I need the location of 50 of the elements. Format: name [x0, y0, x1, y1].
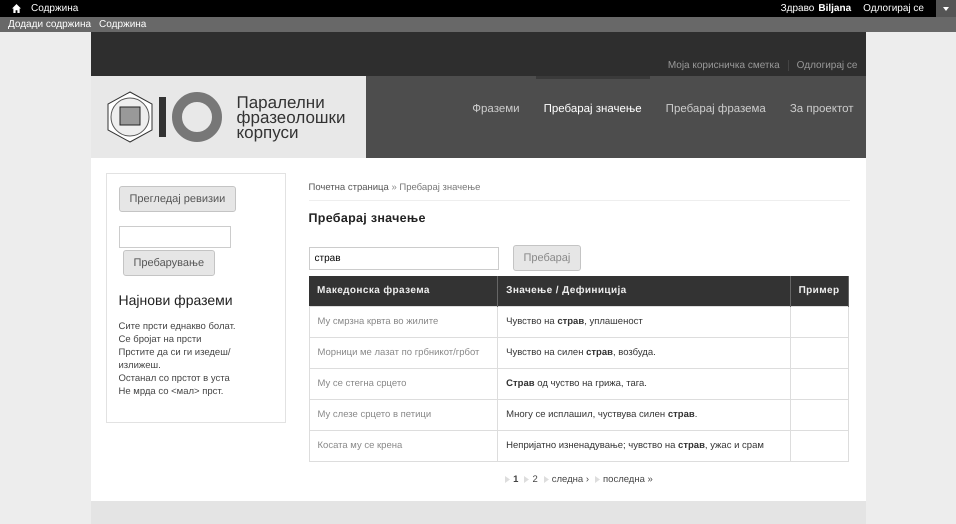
- table-cell: Чувство на страв, уплашеност: [498, 306, 790, 337]
- user-link[interactable]: Biljana: [818, 3, 852, 14]
- account-link[interactable]: Моја корисничка сметка: [660, 60, 788, 71]
- pager-link[interactable]: 1: [505, 474, 518, 484]
- nav-link[interactable]: Пребарај фразема: [658, 76, 774, 116]
- pager-link[interactable]: следна ›: [544, 474, 590, 484]
- arrow-icon: [544, 476, 549, 482]
- pager-link[interactable]: последна »: [595, 474, 653, 484]
- phrase-link[interactable]: Останал со прстот в уста: [118, 372, 230, 385]
- table-cell[interactable]: Морници ме лазат по грбникот/грбот: [309, 337, 498, 368]
- breadcrumb-link[interactable]: Почетна страница: [308, 182, 389, 193]
- search-field[interactable]: страв: [308, 246, 498, 270]
- content-link[interactable]: Содржина: [31, 3, 78, 14]
- phrase-link[interactable]: Прстите да си ги изедеш/излижеш.: [118, 346, 272, 372]
- home-icon[interactable]: [12, 4, 21, 13]
- phrase-link[interactable]: Се бројат на прсти: [118, 333, 202, 346]
- table-cell[interactable]: Му се стегна срцето: [309, 368, 498, 399]
- table-cell[interactable]: Му слезе срцето в петици: [309, 399, 498, 430]
- table-cell[interactable]: Косата му се крена: [309, 430, 498, 461]
- dropdown-button[interactable]: [936, 0, 956, 17]
- logout-link[interactable]: Одлогирај се: [863, 3, 924, 14]
- search-field[interactable]: [118, 226, 230, 248]
- nav-link[interactable]: За проектот: [782, 76, 862, 116]
- table-cell: Страв од чуство на грижа, тага.: [498, 368, 790, 399]
- table-cell[interactable]: Му смрзна крвта во жилите: [309, 306, 498, 337]
- search-button[interactable]: Пребарување: [122, 250, 216, 276]
- table-cell: Непријатно изненадување; чувство на страв, ужас и срам: [498, 430, 790, 461]
- account-link[interactable]: Одлогирај се: [788, 60, 866, 71]
- arrow-icon: [524, 476, 530, 482]
- table-cell: Многу се исплашил, чуствува силен страв.: [498, 399, 790, 430]
- revisions-button[interactable]: Прегледај ревизии: [118, 186, 236, 212]
- column-header: Пример: [790, 276, 848, 306]
- column-header: Македонска фразема: [309, 276, 498, 306]
- arrow-icon: [595, 476, 600, 482]
- phrase-link[interactable]: Сите прсти еднакво болат.: [118, 320, 236, 333]
- shortcut-link[interactable]: Додади содржина: [8, 19, 92, 30]
- table-cell: Чувство на силен страв, возбуда.: [498, 337, 790, 368]
- shortcut-link[interactable]: Содржина: [99, 19, 146, 30]
- sidebar-heading: Најнови фраземи: [118, 292, 233, 308]
- nav-link[interactable]: Фраземи: [464, 76, 528, 116]
- page-title: Пребарај значење: [308, 211, 427, 225]
- greeting-text: Здраво: [780, 3, 814, 14]
- nav-link[interactable]: Пребарај значење: [536, 76, 650, 116]
- arrow-icon: [505, 476, 510, 482]
- phrase-link[interactable]: Не мрда со <мал> прст.: [118, 385, 224, 398]
- column-header: Значење / Дефиниција: [498, 276, 790, 306]
- pager-link[interactable]: 2: [524, 474, 538, 484]
- breadcrumb-separator: »: [391, 182, 397, 193]
- caret-icon: [943, 6, 949, 10]
- breadcrumb-current: Пребарај значење: [399, 182, 480, 193]
